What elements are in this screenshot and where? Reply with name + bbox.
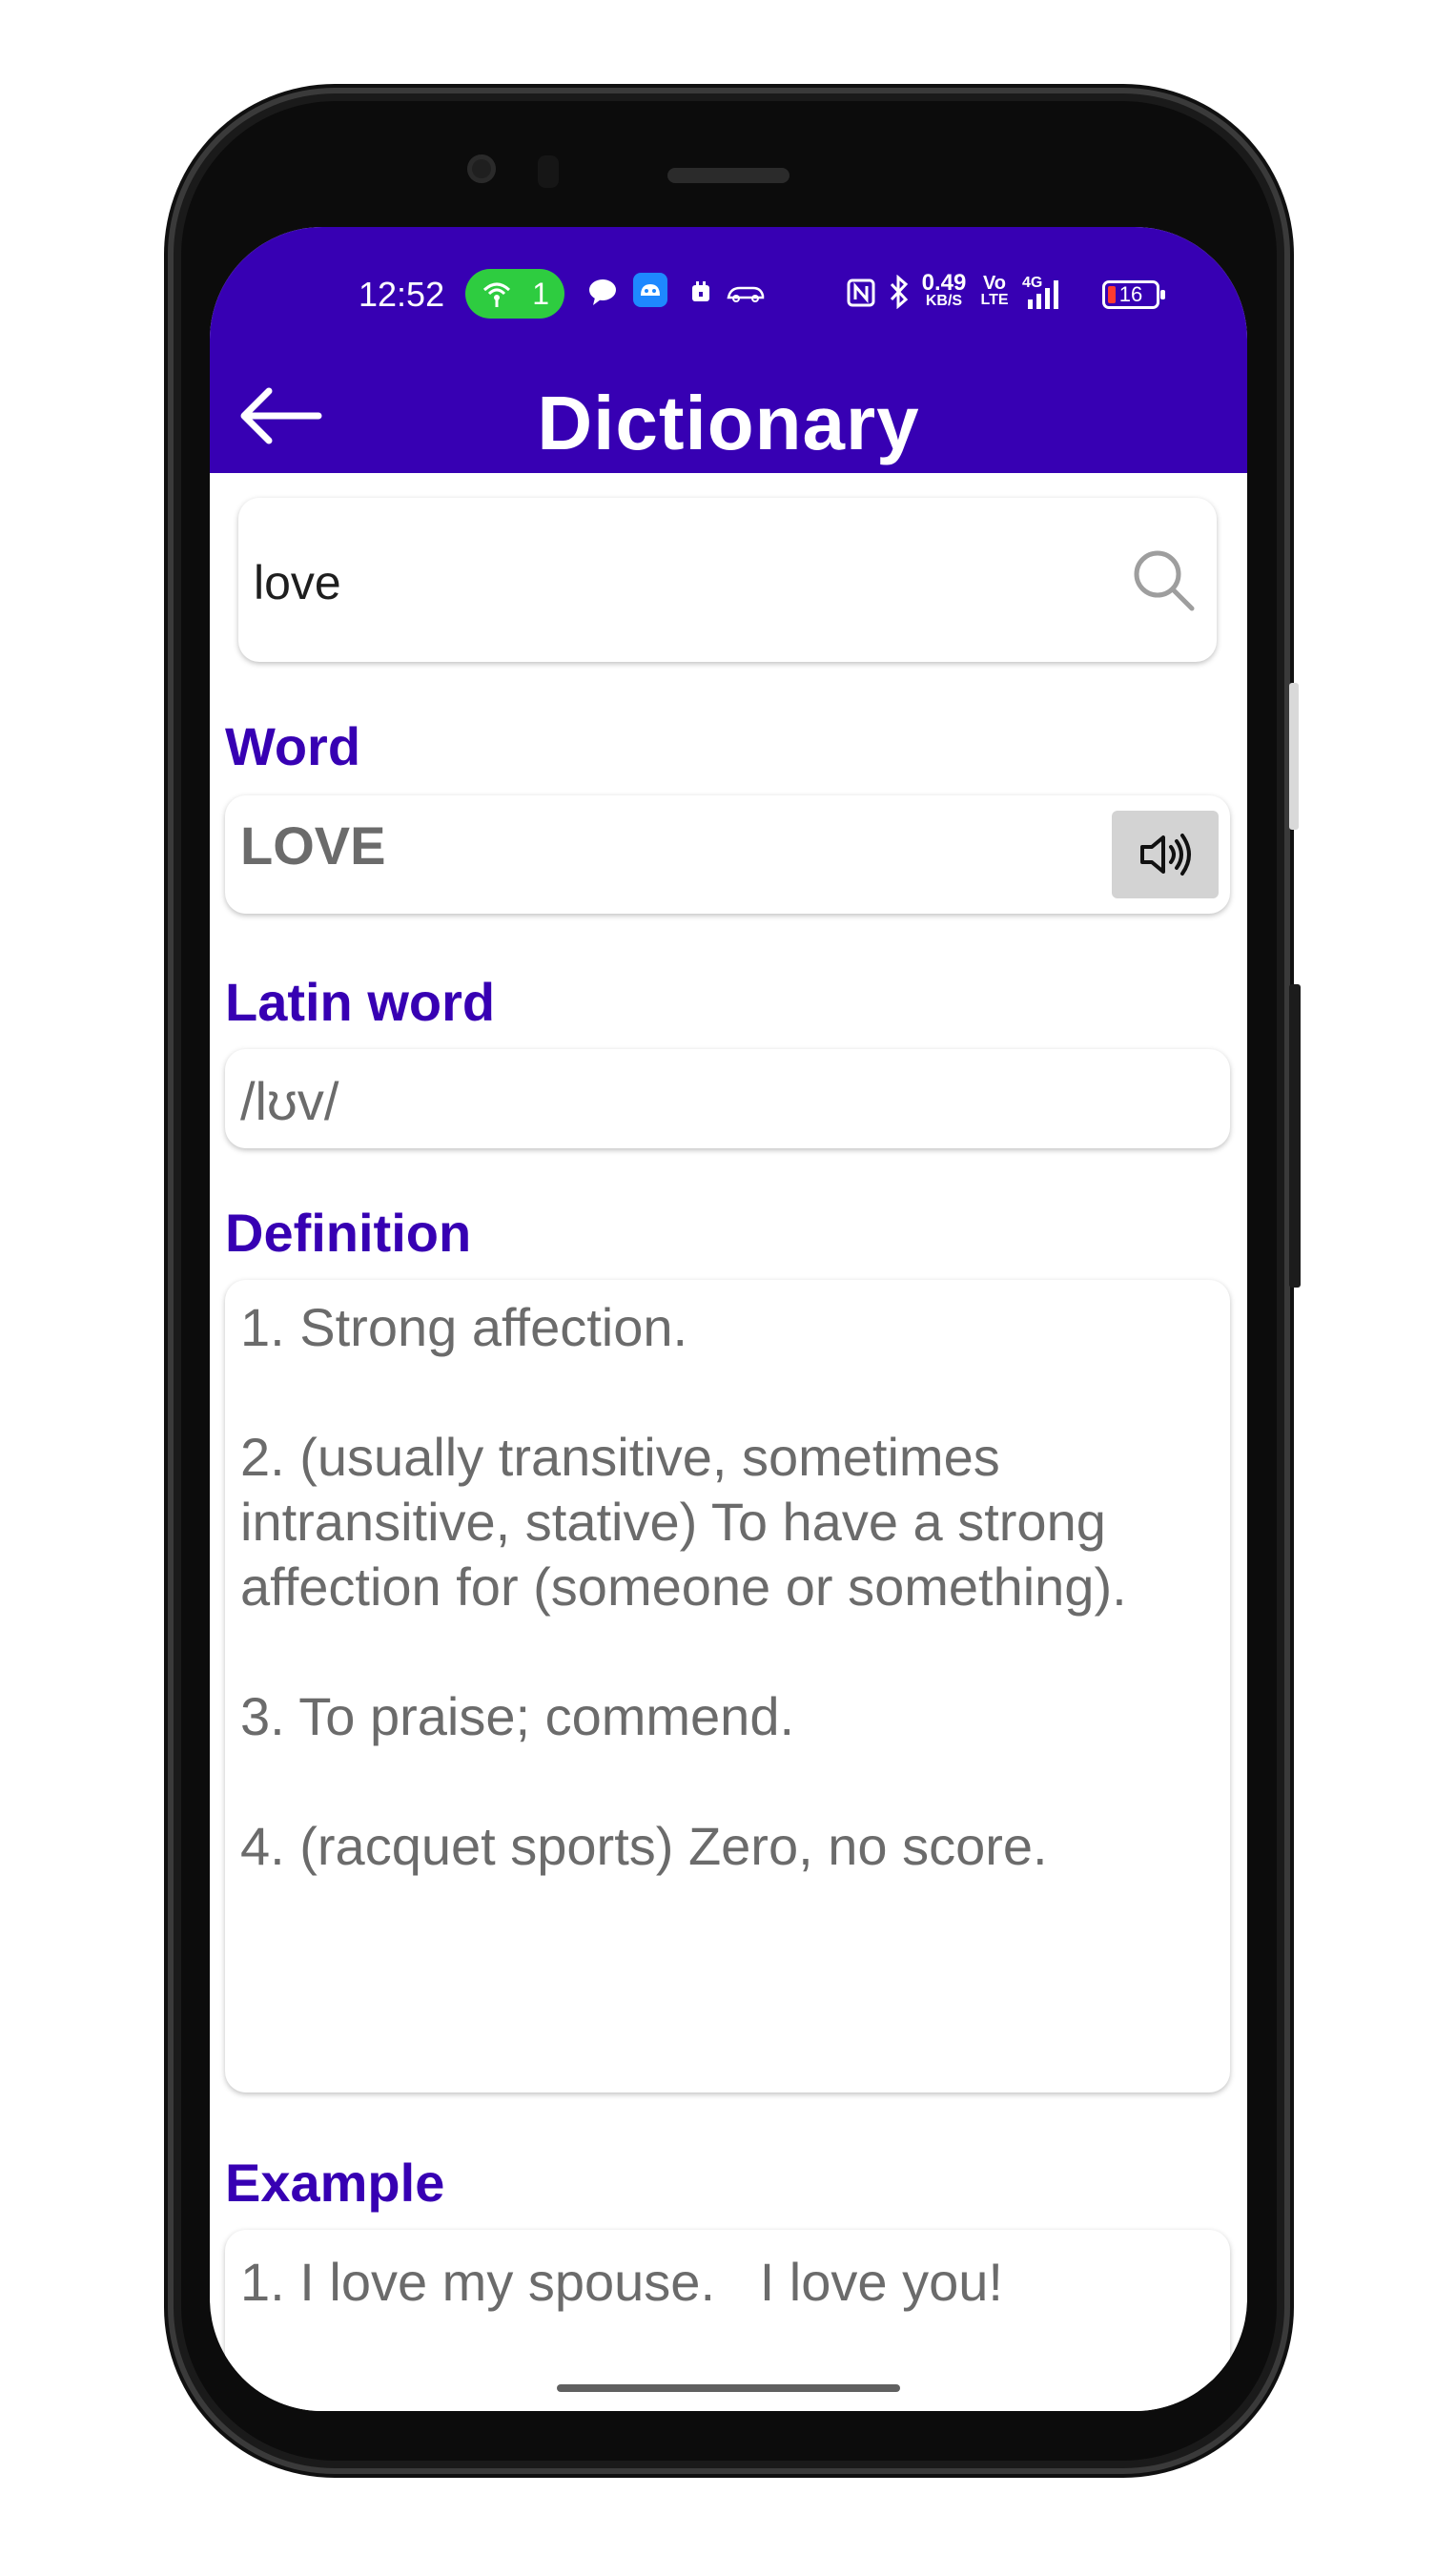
screen: 12:52 1 0.49 KB/S Vo LTE 4G 16 Dictionar… <box>210 227 1247 2411</box>
hotspot-count: 1 <box>532 277 549 311</box>
status-bar: 12:52 1 0.49 KB/S Vo LTE 4G 16 <box>210 227 1247 359</box>
definition-text: 1. Strong affection. 2. (usually transit… <box>240 1297 1127 1876</box>
hotspot-badge: 1 <box>465 269 564 319</box>
net-speed-value: 0.49 <box>921 270 967 296</box>
home-indicator[interactable] <box>557 2384 900 2392</box>
search-box <box>238 498 1217 662</box>
battery-tip <box>1160 290 1165 299</box>
side-button-power <box>1289 984 1301 1288</box>
search-icon <box>1134 550 1195 611</box>
example-label: Example <box>225 2153 445 2213</box>
definition-label: Definition <box>225 1203 472 1263</box>
example-text: 1. I love my spouse. I love you! <box>240 2252 1003 2312</box>
volte-top: Vo <box>982 273 1007 294</box>
hotspot-icon <box>482 282 511 307</box>
volte-bottom: LTE <box>980 292 1009 308</box>
net-speed-unit: KB/S <box>925 293 963 309</box>
status-time: 12:52 <box>359 275 445 314</box>
definition-card: 1. Strong affection. 2. (usually transit… <box>225 1280 1230 2092</box>
sensor <box>538 155 559 188</box>
net-speed: 0.49 KB/S <box>917 270 971 309</box>
app-bar: Dictionary <box>210 359 1247 473</box>
pronounce-button[interactable] <box>1112 811 1219 898</box>
signal-icon <box>1028 280 1058 309</box>
search-input[interactable] <box>254 555 1093 610</box>
calendar-icon <box>692 281 709 301</box>
signal-indicator: 4G <box>1018 275 1076 313</box>
chat-bubble-icon <box>589 279 616 305</box>
page-title: Dictionary <box>537 381 920 465</box>
battery-level: 16 <box>1118 282 1143 306</box>
search-button[interactable] <box>1129 546 1198 614</box>
word-label: Word <box>225 716 361 776</box>
earpiece-speaker <box>667 168 790 183</box>
nfc-icon <box>847 278 875 307</box>
speaker-icon <box>1140 834 1191 876</box>
latin-word-card: /lʊv/ <box>225 1049 1230 1148</box>
word-value: LOVE <box>240 815 386 876</box>
front-camera <box>467 155 496 183</box>
latin-word-label: Latin word <box>225 972 496 1032</box>
latin-word-value: /lʊv/ <box>240 1071 339 1131</box>
battery-icon: 16 <box>1102 280 1165 309</box>
word-card: LOVE <box>225 795 1230 914</box>
battery-fill <box>1108 286 1116 303</box>
bluetooth-icon <box>890 275 909 309</box>
volte-indicator: Vo LTE <box>980 273 1009 309</box>
car-icon <box>727 286 765 302</box>
android-app-icon <box>633 273 667 307</box>
side-button-top <box>1289 683 1299 830</box>
